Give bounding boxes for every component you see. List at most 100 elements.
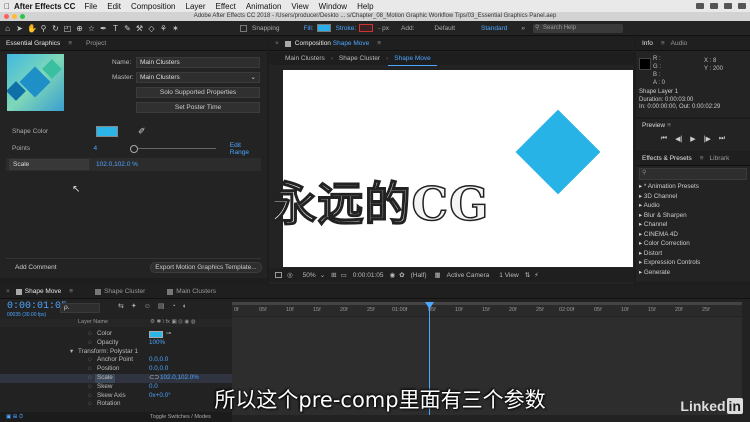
tab-info[interactable]: Info xyxy=(636,37,659,51)
clone-stamp-tool-icon[interactable]: ⚒ xyxy=(135,24,144,33)
tab-audio[interactable]: Audio xyxy=(665,37,694,51)
menu-layer[interactable]: Layer xyxy=(186,2,206,11)
eraser-tool-icon[interactable]: ◇ xyxy=(147,24,156,33)
master-dropdown[interactable]: Main Clusters ⌄ xyxy=(136,72,260,83)
region-icon[interactable]: ▭ xyxy=(341,271,347,279)
search-help-input[interactable]: ⚲ Search Help xyxy=(533,23,624,33)
breadcrumb-main-clusters[interactable]: Main Clusters xyxy=(279,52,331,65)
close-window-icon[interactable] xyxy=(4,14,9,19)
shape-tool-icon[interactable]: ☆ xyxy=(87,24,96,33)
viewer-timecode[interactable]: 0:00:01:05 xyxy=(353,272,384,279)
stopwatch-icon[interactable]: ◌ xyxy=(88,392,92,401)
property-value[interactable]: 100% xyxy=(149,339,165,348)
chevron-down-icon[interactable]: ▾ xyxy=(70,348,73,357)
time-ruler[interactable]: 0f 05f 10f 15f 20f 25f 01:00f 05f 10f 15… xyxy=(232,302,742,316)
stopwatch-icon[interactable]: ◌ xyxy=(88,339,92,348)
timeline-timecode[interactable]: 0:00:01:05 xyxy=(7,301,67,312)
shy-layers-icon[interactable]: ☺ xyxy=(144,303,151,310)
panel-menu-icon[interactable]: ≡ xyxy=(68,40,72,47)
constrain-proportions-icon[interactable]: ⊂⊃ xyxy=(149,374,160,383)
comp-mini-flowchart-icon[interactable]: ⇆ xyxy=(118,302,124,310)
grid-icon[interactable]: ⊞ xyxy=(331,271,336,279)
name-field[interactable]: Main Clusters xyxy=(136,57,260,68)
property-value[interactable]: 102.0,102.0% xyxy=(160,374,199,383)
close-icon[interactable]: × xyxy=(0,285,16,299)
effects-category[interactable]: ▸ Expression Controls xyxy=(636,258,750,268)
effects-category[interactable]: ▸ Channel xyxy=(636,220,750,230)
timeline-tab-shape-cluster[interactable]: Shape Cluster xyxy=(104,285,151,299)
tab-project[interactable]: Project xyxy=(80,37,112,51)
first-frame-icon[interactable]: ⏮ xyxy=(661,135,667,143)
stopwatch-icon[interactable]: ◌ xyxy=(88,383,92,392)
tab-effects-presets[interactable]: Effects & Presets xyxy=(636,152,698,166)
workspace-chevron-icon[interactable]: » xyxy=(521,25,525,32)
zoom-window-icon[interactable] xyxy=(20,14,25,19)
effects-category[interactable]: ▸ Audio xyxy=(636,201,750,211)
graph-editor-icon[interactable]: ◐ xyxy=(183,303,187,310)
roto-brush-tool-icon[interactable]: ⚘ xyxy=(159,24,168,33)
workspace-standard[interactable]: Standard xyxy=(481,25,507,32)
panel-menu-icon[interactable]: ≡ xyxy=(69,288,73,295)
camera-dropdown[interactable]: Active Camera xyxy=(447,272,490,279)
pen-tool-icon[interactable]: ✒ xyxy=(99,24,108,33)
stroke-color-swatch[interactable] xyxy=(359,24,374,32)
last-frame-icon[interactable]: ⏭ xyxy=(719,135,725,143)
pan-behind-tool-icon[interactable]: ⊕ xyxy=(75,24,84,33)
selection-tool-icon[interactable]: ➤ xyxy=(15,24,24,33)
brush-tool-icon[interactable]: ✎ xyxy=(123,24,132,33)
set-poster-time-button[interactable]: Set Poster Time xyxy=(136,102,260,113)
panel-menu-icon[interactable]: ≡ xyxy=(377,40,381,47)
zoom-tool-icon[interactable]: ⚲ xyxy=(39,24,48,33)
color-property-swatch[interactable] xyxy=(149,331,163,338)
menu-animation[interactable]: Animation xyxy=(246,2,282,11)
snapshot-icon[interactable]: ◉ xyxy=(389,271,395,279)
layer-property-row[interactable]: ◌ Scale ⊂⊃ 102.0,102.0% xyxy=(0,373,232,383)
points-slider-handle[interactable] xyxy=(130,144,139,153)
add-comment-button[interactable]: Add Comment xyxy=(15,264,57,271)
rotate-tool-icon[interactable]: ↻ xyxy=(51,24,60,33)
workspace-default[interactable]: Default xyxy=(434,25,455,32)
stopwatch-icon[interactable]: ◌ xyxy=(88,365,92,374)
stopwatch-icon[interactable]: ◌ xyxy=(88,356,92,365)
frame-blending-icon[interactable]: ▤ xyxy=(158,302,165,310)
fast-preview-icon[interactable]: ⚡ xyxy=(534,271,539,279)
menu-effect[interactable]: Effect xyxy=(216,2,236,11)
lock-icon[interactable] xyxy=(284,40,291,47)
scale-value[interactable]: 102.0,102.0 % xyxy=(96,161,138,168)
always-preview-icon[interactable] xyxy=(275,272,282,278)
timeline-tab-shape-move[interactable]: Shape Move xyxy=(25,285,68,299)
layer-property-row[interactable]: ▾ Transform: Polystar 1 xyxy=(0,348,232,357)
transparency-grid-icon[interactable]: ▦ xyxy=(435,271,441,279)
draft-3d-icon[interactable]: ✦ xyxy=(131,302,137,310)
home-icon[interactable]: ⌂ xyxy=(3,24,12,33)
panel-menu-icon[interactable]: ≡ xyxy=(667,122,671,129)
mask-icon[interactable]: ◎ xyxy=(287,271,293,279)
resolution-dropdown[interactable]: (Half) xyxy=(411,272,427,279)
eyedropper-icon[interactable]: ✐ xyxy=(138,126,146,137)
effects-category[interactable]: ▸ CINEMA 4D xyxy=(636,230,750,240)
menu-file[interactable]: File xyxy=(84,2,97,11)
effects-category[interactable]: ▸ Color Correction xyxy=(636,239,750,249)
shape-color-swatch[interactable] xyxy=(96,126,118,137)
tab-essential-graphics[interactable]: Essential Graphics xyxy=(0,37,66,51)
tab-libraries[interactable]: Librark xyxy=(704,152,736,166)
timeline-tab-main-clusters[interactable]: Main Clusters xyxy=(176,285,222,299)
puppet-tool-icon[interactable]: ✶ xyxy=(171,24,180,33)
property-value[interactable]: 0.0,0.0 xyxy=(149,365,168,374)
color-channel-icon[interactable]: ✿ xyxy=(399,271,404,279)
chevron-down-icon[interactable]: ⌄ xyxy=(320,271,325,279)
fill-color-swatch[interactable] xyxy=(316,24,331,32)
search-icon[interactable] xyxy=(724,3,732,9)
apple-icon[interactable]:  xyxy=(0,2,14,11)
app-name-menu[interactable]: After Effects CC xyxy=(14,2,75,11)
effects-category[interactable]: ▸ Blur & Sharpen xyxy=(636,211,750,221)
play-icon[interactable]: ▶ xyxy=(690,135,695,143)
layer-property-row[interactable]: ◌ Position 0.0,0.0 xyxy=(0,365,232,374)
layer-property-row[interactable]: ◌ Anchor Point 0.0,0.0 xyxy=(0,356,232,365)
menu-edit[interactable]: Edit xyxy=(107,2,121,11)
stopwatch-icon[interactable]: ◌ xyxy=(88,374,92,383)
effects-category[interactable]: ▸ * Animation Presets xyxy=(636,182,750,192)
solo-supported-properties-button[interactable]: Solo Supported Properties xyxy=(136,87,260,98)
menu-help[interactable]: Help xyxy=(357,2,373,11)
next-frame-icon[interactable]: |▶ xyxy=(704,135,711,143)
